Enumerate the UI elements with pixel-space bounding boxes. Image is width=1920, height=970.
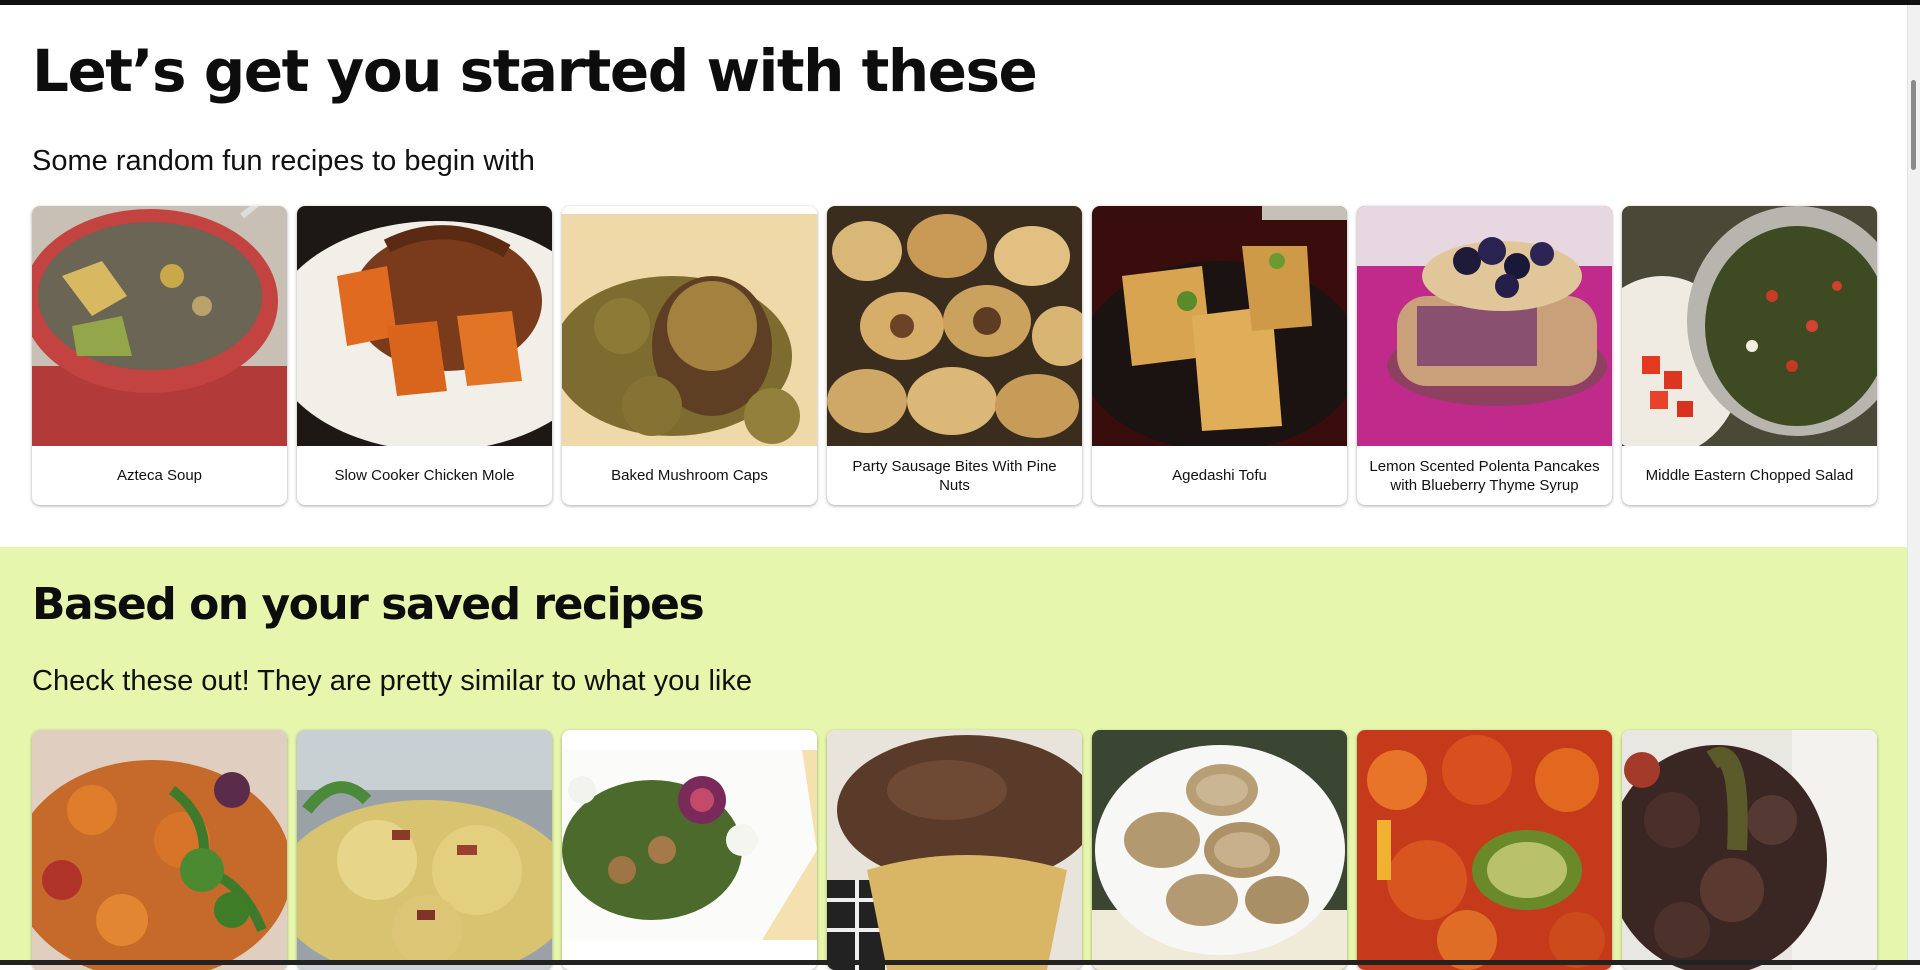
recipe-name: Slow Cooker Chicken Mole	[334, 467, 515, 484]
page-scrollbar[interactable]	[1907, 5, 1920, 960]
recipe-card-baked-mushroom-caps[interactable]: Baked Mushroom Caps	[562, 206, 817, 505]
recipe-name: Azteca Soup	[116, 467, 203, 484]
recipe-card[interactable]	[297, 730, 552, 970]
recipe-card-azteca-soup[interactable]: Azteca Soup	[32, 206, 287, 505]
recipe-image	[827, 730, 1082, 970]
recipe-image	[1357, 730, 1612, 970]
recipe-image	[297, 206, 552, 446]
recipe-card-slow-cooker-chicken-mole[interactable]: Slow Cooker Chicken Mole	[297, 206, 552, 505]
recipe-image	[562, 206, 817, 446]
similar-recipes-section: Based on your saved recipes Check these …	[0, 547, 1908, 970]
recipe-card-agedashi-tofu[interactable]: Agedashi Tofu	[1092, 206, 1347, 505]
recipe-card-row: Azteca Soup Slow Cooker Chicken Mole Bak…	[32, 206, 1877, 505]
recipe-image	[827, 206, 1082, 446]
recipe-card[interactable]	[562, 730, 817, 970]
section-title: Based on your saved recipes	[32, 579, 705, 630]
recipe-name: Baked Mushroom Caps	[611, 467, 768, 484]
recipe-image	[1622, 730, 1877, 970]
recipe-name: Middle Eastern Chopped Salad	[1645, 467, 1854, 484]
recipe-name: Agedashi Tofu	[1172, 467, 1267, 484]
recipe-image	[562, 730, 817, 970]
recipe-image	[297, 730, 552, 970]
recipe-card[interactable]	[32, 730, 287, 970]
recipe-card-party-sausage-bites[interactable]: Party Sausage Bites With Pine Nuts	[827, 206, 1082, 505]
scrollbar-thumb[interactable]	[1911, 80, 1916, 170]
recipe-name: Lemon Scented Polenta Pancakes with Blue…	[1369, 457, 1600, 494]
random-recipes-section: Let’s get you started with these Some ra…	[0, 5, 1908, 547]
recipe-card[interactable]	[1092, 730, 1347, 970]
recipe-image	[1092, 730, 1347, 970]
section-subtitle: Some random fun recipes to begin with	[32, 145, 535, 177]
recipe-image	[32, 206, 287, 446]
recipe-card[interactable]	[1622, 730, 1877, 970]
recipe-card[interactable]	[1357, 730, 1612, 970]
section-title: Let’s get you started with these	[32, 37, 1038, 105]
recipe-card[interactable]	[827, 730, 1082, 970]
recipe-image	[1357, 206, 1612, 446]
recipe-name: Party Sausage Bites With Pine Nuts	[852, 457, 1057, 494]
recipe-card-row	[32, 730, 1877, 970]
recipe-image	[1622, 206, 1877, 446]
recipe-image	[1092, 206, 1347, 446]
section-subtitle: Check these out! They are pretty similar…	[32, 665, 752, 697]
recipe-card-middle-eastern-chopped-salad[interactable]: Middle Eastern Chopped Salad	[1622, 206, 1877, 505]
recipe-image	[32, 730, 287, 970]
window-bottom-edge	[0, 960, 1920, 965]
recipe-card-lemon-polenta-pancakes[interactable]: Lemon Scented Polenta Pancakes with Blue…	[1357, 206, 1612, 505]
